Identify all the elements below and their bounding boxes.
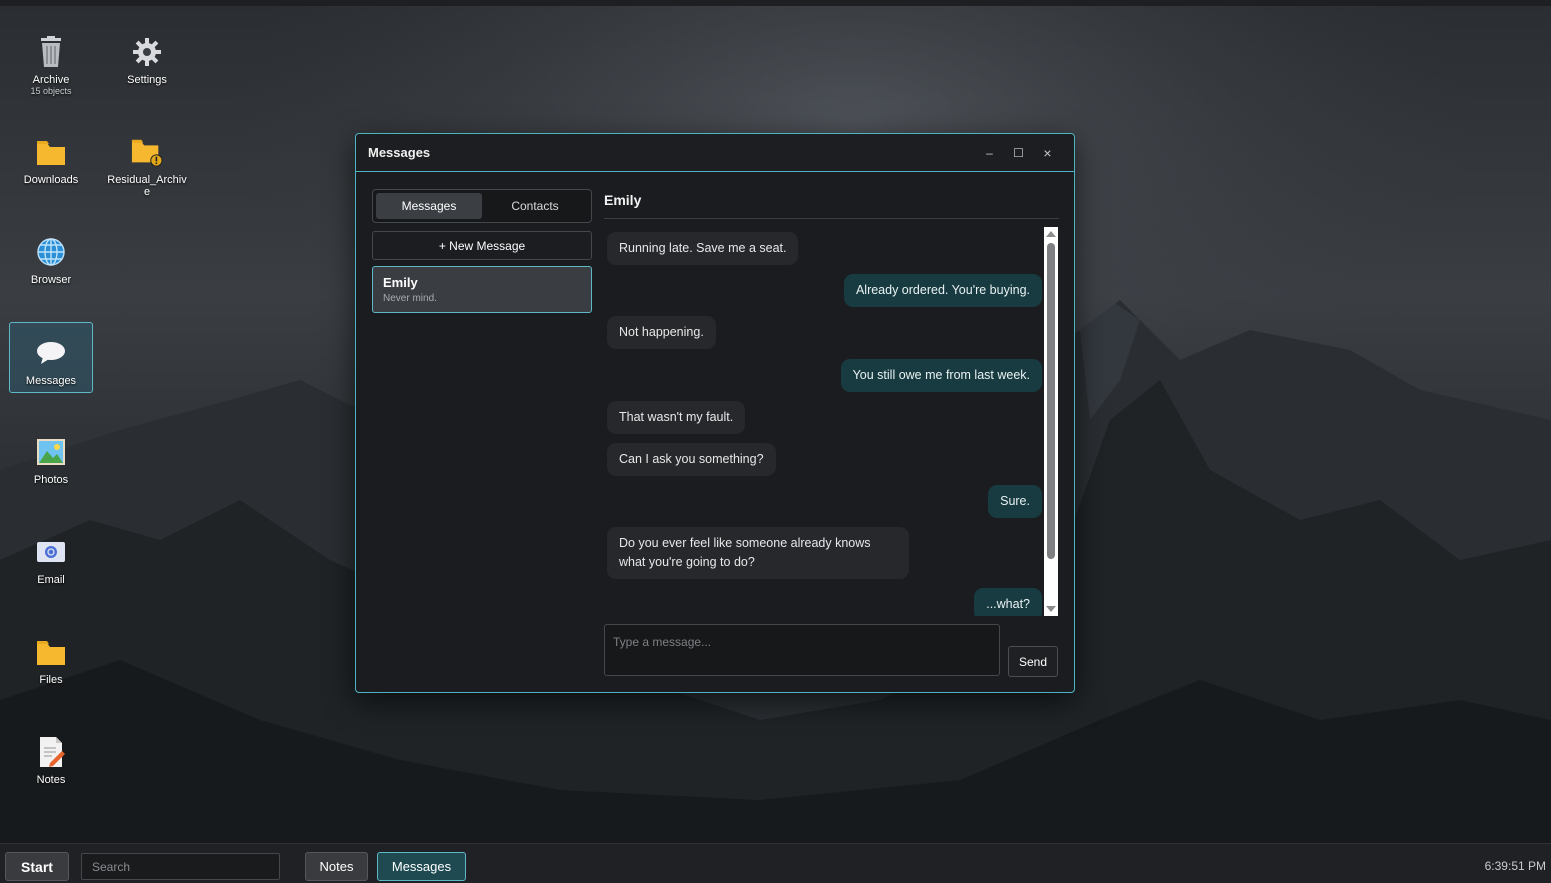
message-bubble-received: Do you ever feel like someone already kn… <box>607 527 909 579</box>
desktop-icon-downloads[interactable]: Downloads <box>9 134 93 204</box>
message-scrollbar[interactable] <box>1044 227 1058 616</box>
tab-messages[interactable]: Messages <box>376 193 482 219</box>
tab-contacts[interactable]: Contacts <box>482 193 588 219</box>
desktop-icon-files[interactable]: Files <box>9 634 93 704</box>
trash-icon <box>35 36 67 68</box>
desktop-icon-messages[interactable]: Messages <box>9 322 93 393</box>
scroll-up-arrow-icon[interactable] <box>1046 231 1056 237</box>
desktop-icon-browser[interactable]: Browser <box>9 234 93 304</box>
taskbar-clock: 6:39:51 PM <box>1484 859 1546 873</box>
taskbar: Start Search Notes Messages 6:39:51 PM <box>0 843 1551 883</box>
desktop-icon-label: Photos <box>33 474 69 486</box>
desktop-icon-label: Archive <box>32 74 70 86</box>
view-tabs: Messages Contacts <box>372 189 592 223</box>
message-input[interactable]: Type a message... <box>604 624 1000 676</box>
desktop-icon-label: Settings <box>127 74 167 86</box>
top-bar <box>0 0 1551 6</box>
conversation-item[interactable]: Emily Never mind. <box>372 266 592 313</box>
desktop-icon-residual-archive[interactable]: Residual_Archive <box>105 134 189 204</box>
message-bubble-sent: You still owe me from last week. <box>840 359 1042 392</box>
taskbar-search-input[interactable]: Search <box>81 853 280 880</box>
scroll-down-arrow-icon[interactable] <box>1046 606 1056 612</box>
chat-contact-name: Emily <box>604 189 1059 219</box>
scroll-thumb[interactable] <box>1047 243 1055 559</box>
send-button[interactable]: Send <box>1008 646 1058 677</box>
globe-icon <box>35 236 67 268</box>
desktop-icon-label: Files <box>39 674 63 686</box>
folder-icon <box>35 636 67 668</box>
desktop-icon-label: Browser <box>30 274 72 286</box>
chat-bubble-icon <box>35 337 67 369</box>
desktop-icon-label: Notes <box>36 774 66 786</box>
taskbar-app-messages[interactable]: Messages <box>377 852 466 881</box>
minimize-button[interactable]: – <box>975 146 1004 160</box>
new-message-button[interactable]: + New Message <box>372 231 592 260</box>
folder-warning-icon <box>131 136 163 168</box>
message-bubble-sent: ...what? <box>974 588 1042 616</box>
desktop-icon-photos[interactable]: Photos <box>9 434 93 504</box>
message-bubble-received: Running late. Save me a seat. <box>607 232 799 265</box>
gear-icon <box>131 36 163 68</box>
desktop-icon-label: Email <box>37 574 65 586</box>
message-bubble-sent: Already ordered. You're buying. <box>843 274 1042 307</box>
folder-icon <box>35 136 67 168</box>
message-bubble-received: Can I ask you something? <box>607 443 776 476</box>
desktop-icon-label: Residual_Archive <box>107 174 187 198</box>
window-titlebar[interactable]: Messages – ☐ × <box>356 134 1074 172</box>
message-bubble-received: Not happening. <box>607 316 716 349</box>
taskbar-app-notes[interactable]: Notes <box>305 852 368 881</box>
message-list[interactable]: Running late. Save me a seat. Already or… <box>607 226 1042 616</box>
desktop-icon-notes[interactable]: Notes <box>9 734 93 804</box>
desktop-icon-label: Messages <box>25 375 77 387</box>
notes-icon <box>35 736 67 768</box>
desktop-icon-settings[interactable]: Settings <box>105 34 189 104</box>
messages-window: Messages – ☐ × Messages Contacts + New M… <box>355 133 1075 693</box>
close-button[interactable]: × <box>1033 145 1062 161</box>
desktop-icon-sublabel: 15 objects <box>30 86 72 96</box>
email-icon <box>35 536 67 568</box>
conversation-name: Emily <box>383 275 418 290</box>
desktop-icon-email[interactable]: Email <box>9 534 93 604</box>
maximize-button[interactable]: ☐ <box>1004 146 1033 160</box>
message-bubble-received: That wasn't my fault. <box>607 401 746 434</box>
start-button[interactable]: Start <box>5 852 69 881</box>
desktop-icon-label: Downloads <box>23 174 79 186</box>
conversation-preview: Never mind. <box>383 293 437 304</box>
desktop-icon-archive[interactable]: Archive 15 objects <box>9 34 93 104</box>
message-bubble-sent: Sure. <box>988 485 1042 518</box>
conversation-pane: Messages Contacts + New Message Emily Ne… <box>372 189 592 313</box>
image-icon <box>35 436 67 468</box>
window-title: Messages <box>368 145 431 160</box>
